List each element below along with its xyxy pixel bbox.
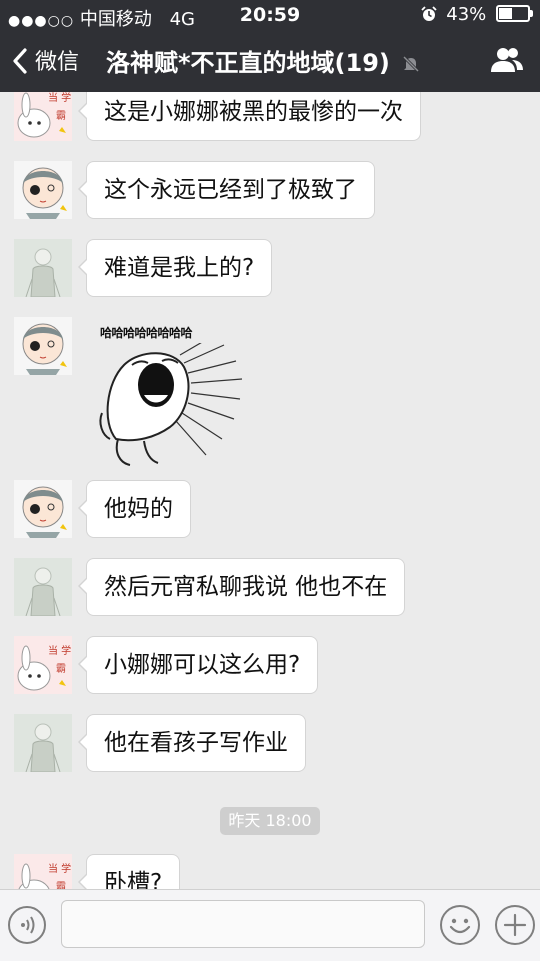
- message-bubble[interactable]: 他在看孩子写作业: [78, 714, 306, 772]
- input-bar: [0, 889, 540, 961]
- back-button[interactable]: 微信: [12, 44, 79, 76]
- message-bubble[interactable]: 然后元宵私聊我说 他也不在: [77, 558, 406, 616]
- pale-figure-avatar[interactable]: [14, 239, 72, 297]
- battery-percent: 43%: [446, 4, 487, 25]
- bell-off-icon: [403, 55, 420, 73]
- rabbit-avatar[interactable]: 当 学 霸: [14, 854, 72, 889]
- message-row: 他妈的: [14, 480, 514, 538]
- chat-area[interactable]: 当 学 霸 这是小娜娜被黑的最惨的一次 这个永远已经到了极致了 难道是我上的? …: [0, 92, 540, 889]
- battery-fill: [499, 8, 512, 19]
- status-right: 43%: [420, 4, 533, 25]
- back-label: 微信: [35, 50, 80, 75]
- message-row: 这个永远已经到了极致了: [14, 161, 514, 219]
- plus-icon: [503, 913, 527, 937]
- battery-tip: [530, 10, 533, 17]
- svg-text:当 学: 当 学: [48, 92, 71, 104]
- svg-text:霸: 霸: [56, 881, 66, 889]
- cartoon-boy-avatar[interactable]: [14, 317, 72, 375]
- alarm-clock-icon: [420, 6, 437, 21]
- message-row: 当 学 霸 这是小娜娜被黑的最惨的一次: [14, 92, 514, 141]
- laughing-meme-sticker[interactable]: 哈哈哈哈哈哈哈哈: [96, 321, 246, 467]
- group-members-button[interactable]: [490, 46, 524, 78]
- laughing-face-drawing: [99, 343, 243, 466]
- status-bar: ●●●○○ 中国移动 4G 20:59 43%: [0, 0, 540, 30]
- voice-icon: [21, 916, 35, 934]
- message-bubble[interactable]: 这是小娜娜被黑的最惨的一次: [78, 92, 421, 141]
- chevron-left-icon: [13, 48, 27, 74]
- message-bubble[interactable]: 小娜娜可以这么用?: [77, 636, 319, 694]
- message-row: 当 学 霸 小娜娜可以这么用?: [14, 636, 514, 694]
- message-row: 哈哈哈哈哈哈哈哈: [14, 317, 514, 467]
- message-bubble[interactable]: 卧槽?: [77, 854, 181, 889]
- message-row: 难道是我上的?: [14, 239, 514, 297]
- message-input[interactable]: [61, 900, 425, 948]
- timestamp-pill: 昨天 18:00: [220, 807, 320, 835]
- top-bar: ●●●○○ 中国移动 4G 20:59 43% 微信 洛神赋*不正直的地域(19…: [0, 0, 540, 92]
- nav-bar: 微信 洛神赋*不正直的地域(19): [0, 30, 540, 92]
- svg-text:当 学: 当 学: [48, 644, 71, 657]
- message-row: 然后元宵私聊我说 他也不在: [14, 558, 514, 616]
- emoji-button[interactable]: [440, 905, 480, 945]
- cartoon-boy-avatar[interactable]: [14, 161, 72, 219]
- message-bubble[interactable]: 难道是我上的?: [77, 239, 273, 297]
- sticker-caption: 哈哈哈哈哈哈哈哈: [100, 326, 193, 340]
- message-row: 他在看孩子写作业: [14, 714, 514, 772]
- chat-title: 洛神赋*不正直的地域(19): [106, 43, 420, 78]
- svg-text:霸: 霸: [56, 110, 66, 122]
- voice-button[interactable]: [8, 906, 46, 944]
- rabbit-avatar[interactable]: 当 学 霸: [14, 92, 72, 141]
- pale-figure-avatar[interactable]: [14, 714, 72, 772]
- pale-figure-avatar[interactable]: [14, 558, 72, 616]
- more-button[interactable]: [495, 905, 535, 945]
- message-bubble[interactable]: 这个永远已经到了极致了: [78, 161, 375, 219]
- rabbit-avatar[interactable]: 当 学 霸: [14, 636, 72, 694]
- svg-text:当 学: 当 学: [48, 862, 71, 875]
- smiley-icon: [449, 918, 471, 934]
- chat-title-text: 洛神赋*不正直的地域(19): [106, 49, 390, 77]
- message-row: 当 学 霸 卧槽?: [14, 854, 514, 889]
- message-bubble[interactable]: 他妈的: [78, 480, 191, 538]
- svg-text:霸: 霸: [56, 663, 66, 675]
- cartoon-boy-avatar[interactable]: [14, 480, 72, 538]
- group-icon: [491, 48, 523, 72]
- battery-icon: [496, 5, 533, 22]
